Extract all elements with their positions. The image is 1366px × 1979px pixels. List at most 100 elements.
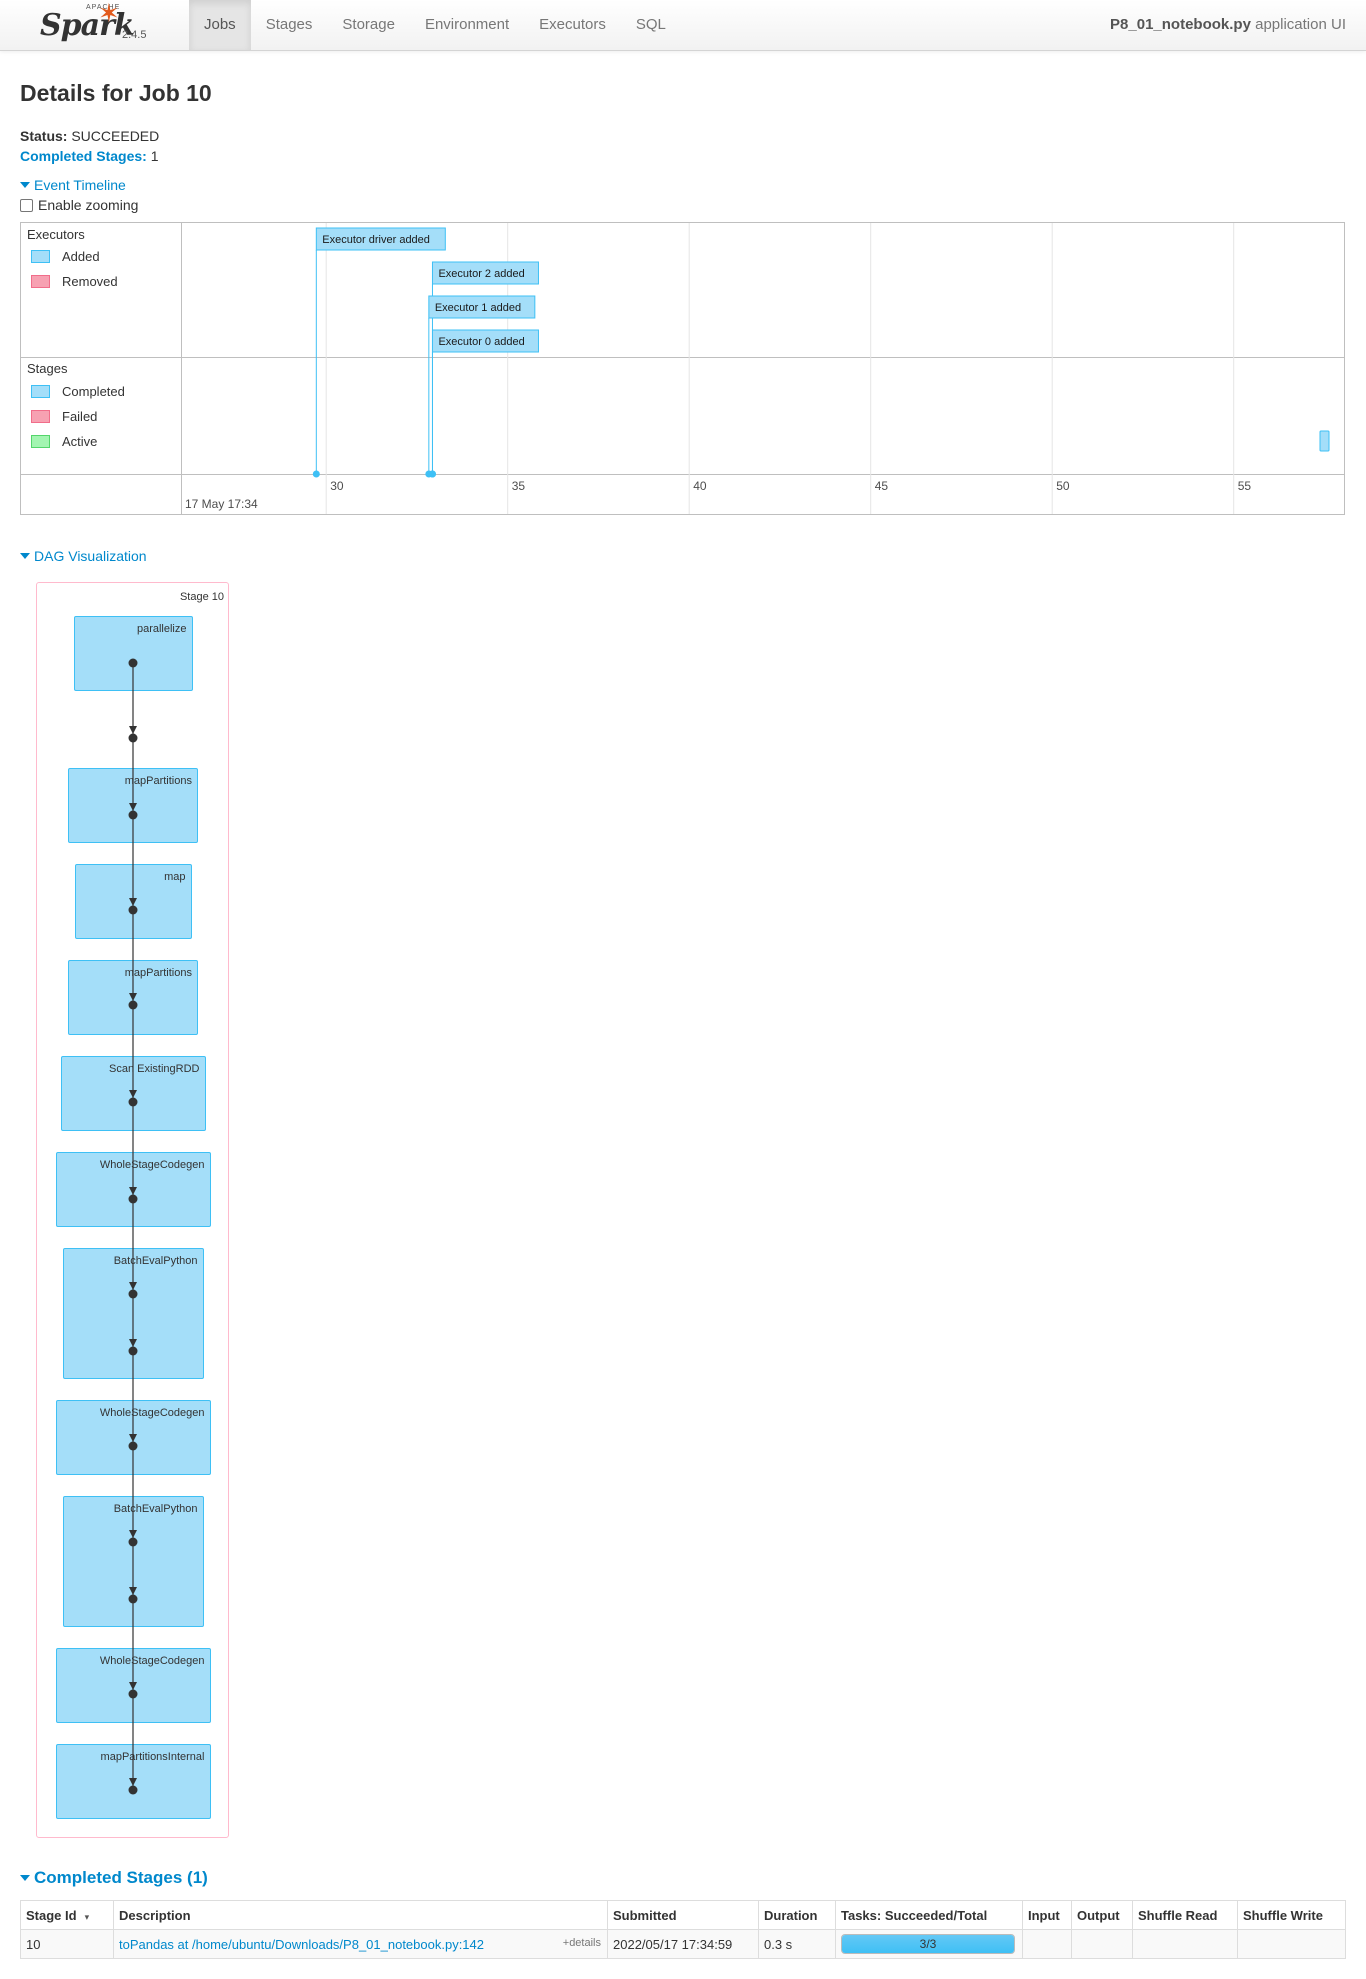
sort-desc-icon: ▾ — [84, 1911, 90, 1922]
status-value: SUCCEEDED — [71, 128, 160, 144]
completed-stages-table: Stage Id ▾ Description Submitted Duration… — [20, 1900, 1346, 1959]
executors-group-title: Executors — [27, 227, 85, 242]
timeline-tick-label: 55 — [1238, 479, 1252, 493]
table-row: 10 toPandas at /home/ubuntu/Downloads/P8… — [20, 1929, 1346, 1959]
table-header-row: Stage Id ▾ Description Submitted Duration… — [20, 1900, 1346, 1930]
spark-star-icon: ✶ — [98, 0, 120, 28]
top-navbar: APACHE Spark ✶ 2.4.5 Jobs Stages Storage… — [0, 0, 1366, 51]
col-output[interactable]: Output — [1071, 1900, 1133, 1930]
tab-stages[interactable]: Stages — [251, 0, 328, 50]
dag-node[interactable]: mapPartitions — [68, 768, 198, 843]
app-name: P8_01_notebook.py — [1110, 16, 1251, 33]
tab-sql[interactable]: SQL — [621, 0, 681, 50]
executor-event-label: Executor 0 added — [438, 336, 524, 348]
dag-node-label: WholeStageCodegen — [99, 1159, 205, 1171]
legend-added-label: Added — [62, 249, 100, 264]
cell-stage-id: 10 — [20, 1929, 114, 1959]
legend-failed-swatch — [31, 410, 50, 423]
col-submitted[interactable]: Submitted — [607, 1900, 759, 1930]
tab-environment[interactable]: Environment — [410, 0, 524, 50]
completed-stages-link[interactable]: Completed Stages: — [20, 148, 147, 164]
application-title: P8_01_notebook.py application UI — [1110, 0, 1346, 50]
dag-stage-label: Stage 10 — [179, 591, 224, 603]
stage-description-link[interactable]: toPandas at /home/ubuntu/Downloads/P8_01… — [119, 1937, 484, 1952]
executor-event-dot — [312, 470, 320, 478]
tab-jobs[interactable]: Jobs — [189, 0, 251, 50]
details-toggle[interactable]: +details — [563, 1937, 601, 1949]
dag-node-label: mapPartitions — [124, 967, 192, 979]
dag-node-label: map — [164, 871, 186, 883]
dag-visualization-label: DAG Visualization — [34, 548, 147, 564]
timeline-tick-label: 35 — [512, 479, 526, 493]
event-timeline: Executors Added Removed Stages Completed… — [20, 222, 1345, 515]
dag-node-label: WholeStageCodegen — [99, 1407, 205, 1419]
col-tasks[interactable]: Tasks: Succeeded/Total — [835, 1900, 1023, 1930]
timeline-tick-label: 45 — [875, 479, 889, 493]
dag-visualization-toggle[interactable]: DAG Visualization — [20, 548, 147, 564]
dag-node[interactable]: WholeStageCodegen — [55, 1152, 211, 1227]
legend-completed-swatch — [31, 385, 50, 398]
dag-node[interactable]: BatchEvalPython — [62, 1496, 204, 1627]
status-label: Status: — [20, 128, 68, 144]
dag-node[interactable]: WholeStageCodegen — [55, 1648, 211, 1723]
enable-zooming-checkbox[interactable] — [20, 198, 33, 212]
cell-input — [1022, 1929, 1072, 1959]
cell-output — [1071, 1929, 1133, 1959]
enable-zooming-label: Enable zooming — [38, 197, 139, 213]
job-summary: Status: SUCCEEDED Completed Stages: 1 — [20, 126, 159, 166]
executor-event-dot — [428, 470, 436, 478]
dag-node[interactable]: WholeStageCodegen — [55, 1400, 211, 1475]
legend-removed: Removed — [31, 274, 118, 289]
caret-down-icon — [20, 1875, 30, 1881]
event-timeline-toggle[interactable]: Event Timeline — [20, 177, 126, 193]
col-description[interactable]: Description — [113, 1900, 608, 1930]
col-shuffle-write[interactable]: Shuffle Write — [1237, 1900, 1346, 1930]
page-title: Details for Job 10 — [20, 80, 212, 106]
completed-stages-line: Completed Stages: 1 — [20, 146, 159, 166]
cell-shuffle-read — [1132, 1929, 1238, 1959]
dag-node[interactable]: mapPartitions — [68, 960, 198, 1035]
col-shuffle-read[interactable]: Shuffle Read — [1132, 1900, 1238, 1930]
legend-removed-label: Removed — [62, 274, 118, 289]
cell-shuffle-write — [1237, 1929, 1346, 1959]
caret-down-icon — [20, 553, 30, 559]
executor-event-label: Executor 2 added — [438, 268, 524, 280]
tab-executors[interactable]: Executors — [524, 0, 621, 50]
dag-node[interactable]: BatchEvalPython — [62, 1248, 204, 1379]
dag-node[interactable]: mapPartitionsInternal — [55, 1744, 211, 1819]
tasks-progress-bar: 3/3 — [841, 1934, 1015, 1954]
legend-active-label: Active — [62, 434, 98, 449]
dag-node[interactable]: parallelize — [73, 616, 193, 691]
cell-description: toPandas at /home/ubuntu/Downloads/P8_01… — [113, 1929, 608, 1959]
col-input[interactable]: Input — [1022, 1900, 1072, 1930]
tab-storage[interactable]: Storage — [327, 0, 410, 50]
legend-completed-label: Completed — [62, 384, 125, 399]
executor-event-label: Executor 1 added — [435, 302, 521, 314]
spark-version: 2.4.5 — [122, 29, 147, 41]
col-duration[interactable]: Duration — [758, 1900, 836, 1930]
dag-node[interactable]: Scan ExistingRDD — [60, 1056, 206, 1131]
legend-active: Active — [31, 434, 97, 449]
completed-stages-title: Completed Stages (1) — [34, 1868, 208, 1887]
legend-active-swatch — [31, 435, 50, 448]
legend-failed-label: Failed — [62, 409, 98, 424]
legend-removed-swatch — [31, 275, 50, 288]
completed-stages-value: 1 — [150, 148, 159, 164]
timeline-plot[interactable]: 30 35 40 45 50 55 17 May 17:34 Executor driver … — [182, 223, 1344, 514]
dag-node-label: parallelize — [136, 623, 187, 635]
caret-down-icon — [20, 182, 30, 188]
legend-added: Added — [31, 249, 100, 264]
timeline-start-label: 17 May 17:34 — [185, 497, 258, 511]
tasks-progress-text: 3/3 — [919, 1937, 937, 1951]
executor-event-label: Executor driver added — [322, 234, 430, 246]
enable-zooming-row: Enable zooming — [20, 197, 138, 213]
cell-submitted: 2022/05/17 17:34:59 — [607, 1929, 759, 1959]
completed-stages-toggle[interactable]: Completed Stages (1) — [20, 1868, 208, 1888]
dag-node[interactable]: map — [74, 864, 192, 939]
dag-node-label: mapPartitions — [124, 775, 192, 787]
timeline-tick-label: 40 — [693, 479, 707, 493]
col-stage-id[interactable]: Stage Id ▾ — [20, 1900, 114, 1930]
spark-logo[interactable]: APACHE Spark ✶ 2.4.5 — [38, 0, 158, 48]
stages-group-title: Stages — [27, 361, 68, 376]
status-line: Status: SUCCEEDED — [20, 126, 159, 146]
